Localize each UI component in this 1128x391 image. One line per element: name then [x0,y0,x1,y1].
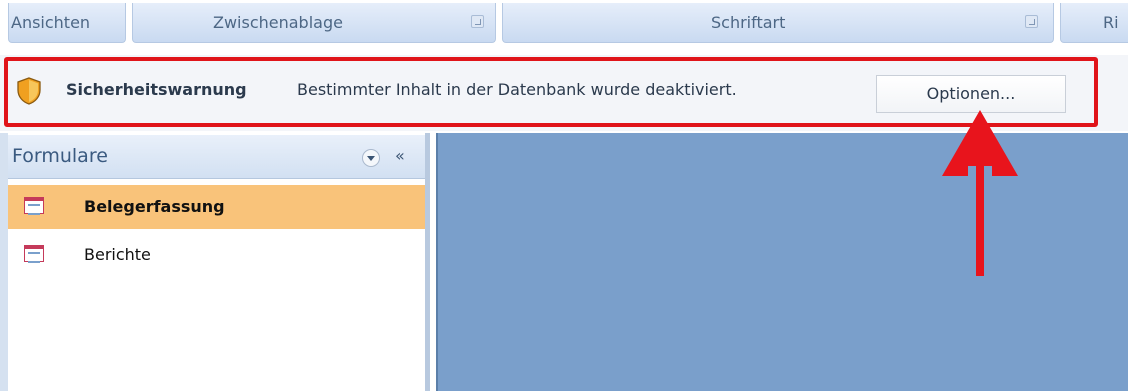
ribbon-group-schriftart: Schriftart [502,3,1054,43]
ribbon: Ansichten Zwischenablage Schriftart Ri [0,0,1128,50]
chevron-down-icon[interactable] [362,149,380,167]
navigation-pane: Formulare « Belegerfassung Berichte [0,133,430,391]
collapse-pane-icon[interactable]: « [395,146,405,165]
ribbon-group-caption: Schriftart [711,13,786,32]
nav-item-berichte[interactable]: Berichte [8,233,425,277]
ribbon-group-caption: Zwischenablage [213,13,343,32]
nav-item-belegerfassung[interactable]: Belegerfassung [8,185,425,229]
security-warning-message: Bestimmter Inhalt in der Datenbank wurde… [297,80,737,99]
nav-pane-header[interactable]: Formulare « [8,135,425,179]
ribbon-group-ansichten: Ansichten [8,3,126,43]
ribbon-group-zwischenablage: Zwischenablage [132,3,496,43]
nav-item-label: Belegerfassung [84,197,225,216]
shield-icon [17,77,41,105]
form-icon [24,245,44,263]
nav-pane-title: Formulare [12,145,108,167]
form-icon [24,197,44,215]
ribbon-group-caption: Ansichten [11,13,91,32]
dialog-launcher-icon[interactable] [471,15,484,28]
nav-item-label: Berichte [84,245,151,264]
ribbon-group-partial: Ri [1060,3,1128,43]
security-warning-title: Sicherheitswarnung [66,80,247,99]
red-arrow-annotation [942,110,1018,276]
dialog-launcher-icon[interactable] [1025,15,1038,28]
ribbon-group-caption: Ri [1103,13,1119,32]
